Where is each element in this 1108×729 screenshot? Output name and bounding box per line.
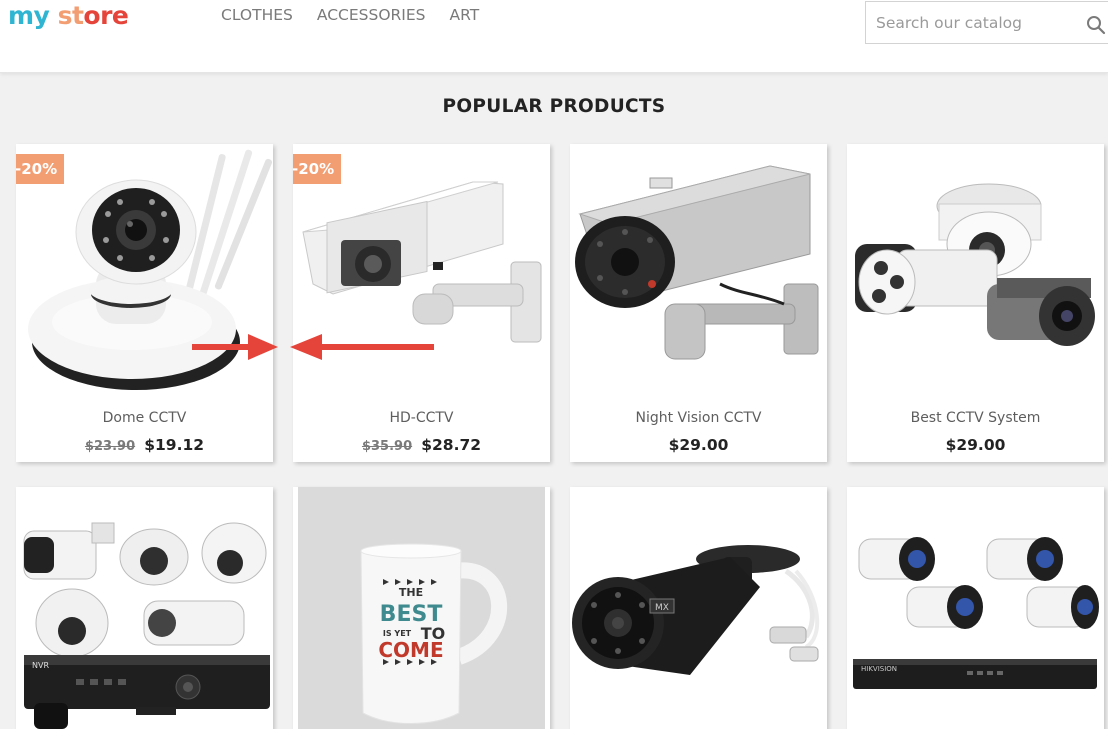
- logo-part-st: st: [49, 1, 84, 30]
- logo-part-ore: ore: [83, 1, 129, 30]
- search-input[interactable]: [876, 11, 1066, 35]
- product-card-camera-kit[interactable]: NVR: [16, 487, 273, 729]
- price-row: $29.00: [847, 435, 1104, 454]
- mug-text-the: THE: [399, 586, 423, 599]
- price-row: $23.90 $19.12: [16, 435, 273, 454]
- product-image[interactable]: [570, 144, 827, 392]
- nav-item-clothes[interactable]: CLOTHES: [221, 4, 293, 26]
- search-icon[interactable]: [1086, 15, 1106, 35]
- discount-badge: -20%: [16, 154, 65, 184]
- product-image[interactable]: MX: [570, 487, 827, 729]
- product-title[interactable]: Dome CCTV: [16, 410, 273, 426]
- store-logo[interactable]: my store: [8, 0, 129, 32]
- mug-text-is-yet: IS YET: [383, 629, 412, 638]
- product-image[interactable]: -20%: [16, 144, 273, 392]
- discount-badge: -20%: [293, 154, 342, 184]
- mx-logo-text: MX: [655, 603, 669, 613]
- product-price: $19.12: [144, 436, 205, 454]
- product-image[interactable]: -20%: [293, 144, 550, 392]
- product-price: $29.00: [668, 436, 729, 454]
- regular-price: $35.90: [361, 439, 413, 454]
- product-title[interactable]: Night Vision CCTV: [570, 410, 827, 426]
- product-title[interactable]: Best CCTV System: [847, 410, 1104, 426]
- regular-price: $23.90: [84, 439, 136, 454]
- price-row: $35.90 $28.72: [293, 435, 550, 454]
- nav-item-accessories[interactable]: ACCESSORIES: [317, 4, 426, 26]
- product-card-hikvision-kit[interactable]: HIKVISION: [847, 487, 1104, 729]
- hikvision-label: HIKVISION: [861, 665, 897, 673]
- nvr-label: NVR: [32, 661, 49, 670]
- product-card-bullet-camera[interactable]: MX: [570, 487, 827, 729]
- product-title[interactable]: HD-CCTV: [293, 410, 550, 426]
- main-nav: CLOTHES ACCESSORIES ART: [221, 4, 503, 26]
- site-header: my store CLOTHES ACCESSORIES ART: [0, 0, 1108, 73]
- price-row: $29.00: [570, 435, 827, 454]
- logo-part-my: my: [8, 1, 50, 30]
- product-card-night-vision-cctv[interactable]: Night Vision CCTV $29.00: [570, 144, 827, 462]
- product-image[interactable]: NVR: [16, 487, 273, 729]
- product-image[interactable]: THE BEST IS YET TO COME: [293, 487, 550, 729]
- product-price: $29.00: [945, 436, 1006, 454]
- product-image[interactable]: HIKVISION: [847, 487, 1104, 729]
- product-card-dome-cctv[interactable]: -20% Dome CCTV $23.90 $19.12: [16, 144, 273, 462]
- product-card-hd-cctv[interactable]: -20% HD-CCTV $35.90 $28.72: [293, 144, 550, 462]
- nav-item-art[interactable]: ART: [450, 4, 480, 26]
- section-title: POPULAR PRODUCTS: [442, 96, 666, 117]
- product-card-best-cctv-system[interactable]: Best CCTV System $29.00: [847, 144, 1104, 462]
- product-price: $28.72: [421, 436, 482, 454]
- product-card-mug[interactable]: THE BEST IS YET TO COME: [293, 487, 550, 729]
- mug-text-come: COME: [378, 638, 443, 662]
- product-image[interactable]: [847, 144, 1104, 392]
- search-box: [865, 1, 1108, 44]
